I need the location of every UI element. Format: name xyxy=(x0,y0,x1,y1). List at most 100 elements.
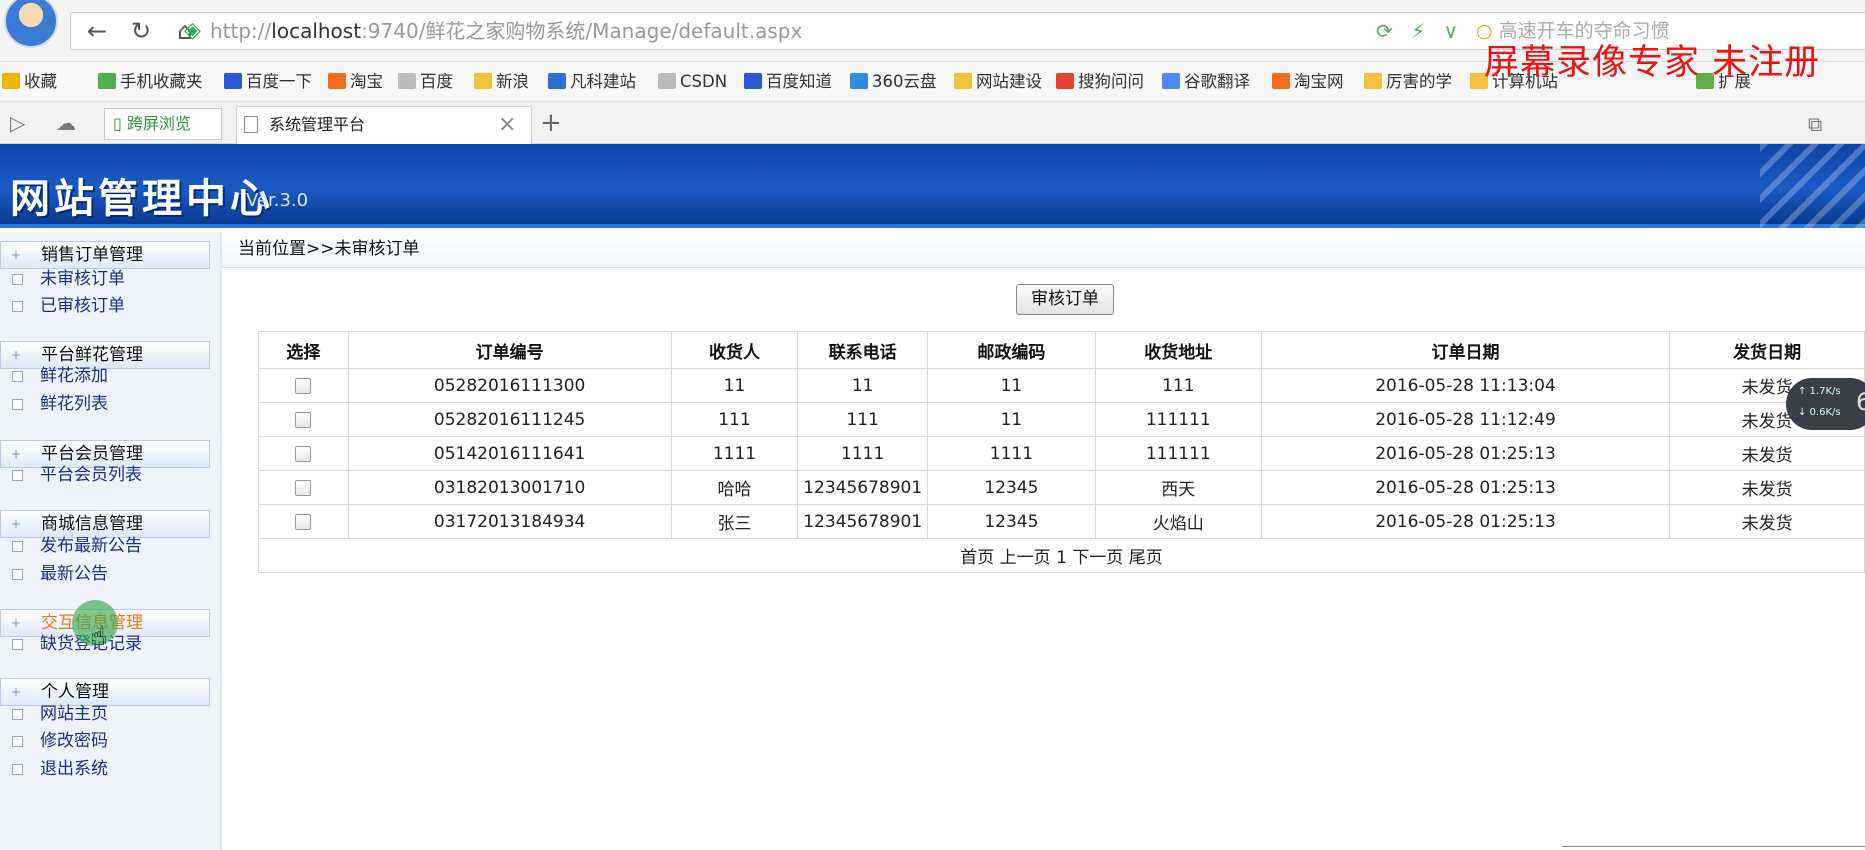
bookmark-item[interactable]: 淘宝网 xyxy=(1272,68,1344,96)
page-icon xyxy=(398,73,416,89)
bookmark-item[interactable]: 淘宝 xyxy=(328,68,383,96)
order-table: 选择 订单编号 收货人 联系电话 邮政编码 收货地址 订单日期 发货日期 0528201611… xyxy=(258,331,1865,573)
sidebar-item[interactable]: 修改密码 xyxy=(0,728,200,754)
new-tab-button[interactable]: + xyxy=(540,108,562,138)
bookmark-item[interactable]: 凡科建站 xyxy=(548,68,636,96)
cell-phone: 11 xyxy=(797,368,928,403)
bookmark-item[interactable]: CSDN xyxy=(658,68,727,96)
sidebar-item[interactable]: 鲜花添加 xyxy=(0,363,200,389)
bookmark-item[interactable]: 百度一下 xyxy=(224,68,312,96)
column-header: 邮政编码 xyxy=(926,331,1096,369)
row-checkbox[interactable] xyxy=(295,479,312,496)
cell-address: 111111 xyxy=(1094,402,1262,437)
sidebar-toggle-icon[interactable]: ▷ xyxy=(10,110,25,136)
pager-current: 1 xyxy=(1056,548,1067,568)
pager-last[interactable]: 尾页 xyxy=(1129,548,1163,568)
cell-ship-date: 未发货 xyxy=(1669,436,1865,471)
sidebar-item[interactable]: 已审核订单 xyxy=(0,293,200,319)
pager: 首页 上一页 1 下一页 尾页 xyxy=(258,538,1865,573)
bullet-icon xyxy=(12,301,23,312)
net-indicator: 6 xyxy=(1856,388,1865,416)
bullet-icon xyxy=(12,470,23,481)
header-decoration xyxy=(1760,144,1865,228)
network-speed-widget[interactable]: ↑ 1.7K/s ↓ 0.6K/s 6 xyxy=(1786,378,1865,430)
bookmark-label: 百度一下 xyxy=(246,72,312,91)
row-checkbox[interactable] xyxy=(295,377,312,394)
pager-prev[interactable]: 上一页 xyxy=(1000,548,1051,568)
sidebar-group-label: 销售订单管理 xyxy=(41,245,143,265)
cell-address: 111111 xyxy=(1094,436,1262,471)
bookmark-item[interactable]: 百度 xyxy=(398,68,453,96)
cell-ship-date: 未发货 xyxy=(1669,504,1865,539)
cloud-icon[interactable]: ☁ xyxy=(56,110,76,136)
url-status-icons[interactable]: ⟳ ⚡ ∨ xyxy=(1376,16,1464,46)
star-icon xyxy=(2,73,20,89)
baidu-icon xyxy=(224,73,242,89)
cell-phone: 111 xyxy=(797,402,928,437)
bookmark-item[interactable]: 收藏 xyxy=(2,68,57,96)
tab-active[interactable]: 系统管理平台 xyxy=(236,106,532,144)
sidebar-item-label: 未审核订单 xyxy=(40,269,125,289)
pager-next[interactable]: 下一页 xyxy=(1072,548,1123,568)
column-header: 联系电话 xyxy=(797,331,928,369)
select-cell xyxy=(258,368,349,403)
table-header-row: 选择 订单编号 收货人 联系电话 邮政编码 收货地址 订单日期 发货日期 xyxy=(258,331,1865,369)
sidebar-group-label: 商城信息管理 xyxy=(41,514,143,534)
hand-cursor-icon: ☝ xyxy=(90,622,106,652)
page-icon xyxy=(244,116,258,133)
close-icon[interactable]: × xyxy=(498,112,516,138)
sidebar-item-label: 平台会员列表 xyxy=(40,465,142,485)
phone-icon: ▯ xyxy=(113,114,122,133)
row-checkbox[interactable] xyxy=(295,513,312,530)
sidebar-item-label: 网站主页 xyxy=(40,704,108,724)
cell-order-no: 05142016111641 xyxy=(347,436,672,471)
sidebar-item[interactable]: 网站主页 xyxy=(0,701,200,727)
sidebar-item-label: 鲜花列表 xyxy=(40,394,108,414)
bookmark-label: 谷歌翻译 xyxy=(1184,72,1250,91)
back-arrow-icon[interactable]: ← xyxy=(82,16,112,46)
sidebar-item[interactable]: 未审核订单 xyxy=(0,266,200,292)
restore-tabs-icon[interactable]: ⧉ xyxy=(1808,112,1822,136)
bookmark-label: 淘宝网 xyxy=(1294,72,1344,91)
tab-active-label: 系统管理平台 xyxy=(269,115,366,134)
pager-first[interactable]: 首页 xyxy=(960,548,994,568)
bookmark-item[interactable]: 新浪 xyxy=(474,68,529,96)
bullet-icon xyxy=(12,736,23,747)
row-checkbox[interactable] xyxy=(295,411,312,428)
bookmark-item[interactable]: 搜狗问问 xyxy=(1056,68,1144,96)
bullet-icon xyxy=(12,639,23,650)
audit-order-button[interactable]: 审核订单 xyxy=(1016,284,1114,315)
bookmark-item[interactable]: 厉害的学 xyxy=(1364,68,1452,96)
row-checkbox[interactable] xyxy=(295,445,312,462)
reload-icon[interactable]: ↻ xyxy=(126,16,156,46)
security-shield-icon: ◈ xyxy=(184,18,201,43)
sogou-icon xyxy=(1056,73,1074,89)
user-avatar[interactable] xyxy=(4,0,58,48)
bookmark-item[interactable]: 360云盘 xyxy=(850,68,937,96)
bookmark-label: 360云盘 xyxy=(872,72,937,91)
column-header: 订单日期 xyxy=(1260,331,1671,369)
bookmark-label: 百度知道 xyxy=(766,72,832,91)
cell-order-date: 2016-05-28 11:12:49 xyxy=(1260,402,1671,437)
recorder-watermark: 屏幕录像专家 未注册 xyxy=(1484,43,1821,83)
table-row: 05282016111300 11 11 11 111 2016-05-28 11:13:… xyxy=(258,368,1865,403)
breadcrumb: 当前位置>>未审核订单 xyxy=(222,232,1865,268)
sidebar-item[interactable]: 发布最新公告 xyxy=(0,533,200,559)
sidebar-group-label: 平台鲜花管理 xyxy=(41,345,143,365)
bookmark-item[interactable]: 谷歌翻译 xyxy=(1162,68,1250,96)
sidebar-item[interactable]: 退出系统 xyxy=(0,756,200,782)
sidebar-item[interactable]: 最新公告 xyxy=(0,561,200,587)
sidebar-item[interactable]: 鲜花列表 xyxy=(0,391,200,417)
url-text[interactable]: http://localhost:9740/鲜花之家购物系统/Manage/de… xyxy=(210,16,802,46)
bookmark-item[interactable]: 手机收藏夹 xyxy=(98,68,203,96)
cell-order-no: 03182013001710 xyxy=(347,470,672,505)
bookmark-item[interactable]: 网站建设 xyxy=(954,68,1042,96)
column-header: 发货日期 xyxy=(1669,331,1865,369)
bookmark-label: 搜狗问问 xyxy=(1078,72,1144,91)
bullet-icon xyxy=(12,569,23,580)
bookmark-item[interactable]: 百度知道 xyxy=(744,68,832,96)
tab-cross-screen[interactable]: ▯ 跨屏浏览 xyxy=(104,108,222,140)
sidebar-item[interactable]: 平台会员列表 xyxy=(0,462,200,488)
sidebar-group-header[interactable]: + 销售订单管理 xyxy=(0,241,210,269)
select-cell xyxy=(258,402,349,437)
